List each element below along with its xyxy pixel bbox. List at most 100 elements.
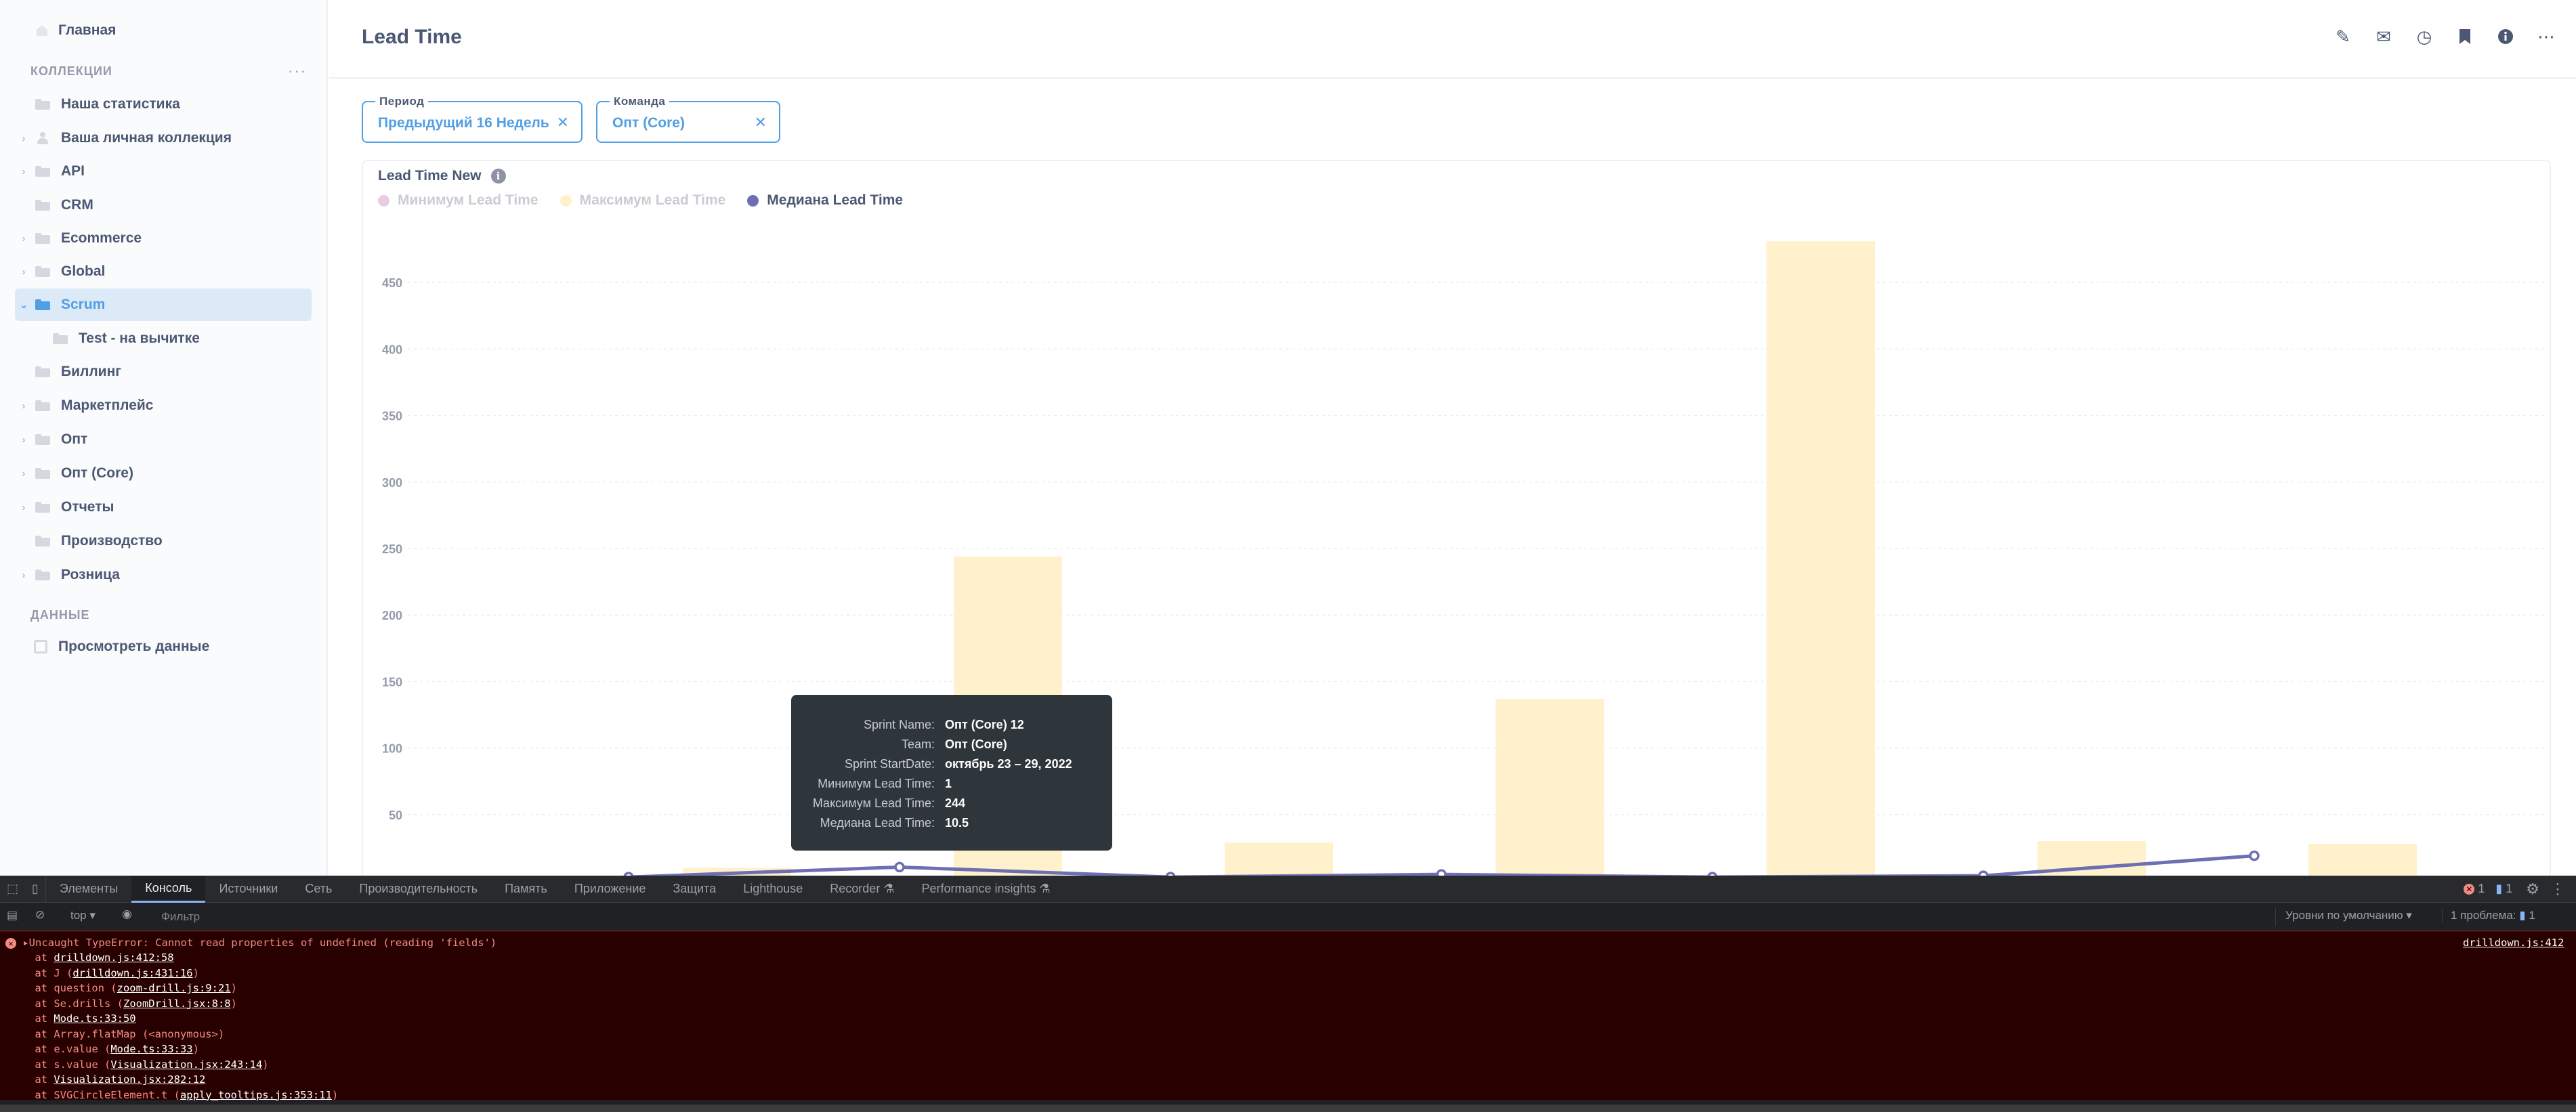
history-icon[interactable]: ◷	[2413, 26, 2435, 47]
stack-frame-link[interactable]: zoom-drill.js:9:21	[117, 982, 231, 994]
sidebar-item-test-review[interactable]: Test - на вычитке	[33, 322, 312, 355]
message-icon: ▮	[2495, 882, 2503, 895]
close-icon[interactable]: ✕	[755, 114, 767, 131]
sidebar-item-scrum[interactable]: ⌄ Scrum	[15, 288, 312, 321]
tooltip-value: 10.5	[945, 816, 969, 830]
tab-elements[interactable]: Элементы	[46, 876, 131, 903]
sidebar-item-ecommerce[interactable]: › Ecommerce	[15, 222, 312, 255]
sidebar-browse-data[interactable]: Просмотреть данные	[15, 630, 312, 663]
sidebar-item-label: Наша статистика	[61, 96, 180, 112]
tab-lighthouse[interactable]: Lighthouse	[730, 876, 816, 903]
sidebar-item-opt-core[interactable]: › Опт (Core)	[15, 457, 312, 490]
filter-team[interactable]: Команда Опт (Core) ✕	[596, 95, 780, 143]
inspect-element-icon[interactable]: ⬚	[0, 876, 25, 903]
pencil-icon[interactable]: ✎	[2332, 26, 2354, 47]
settings-gear-icon[interactable]: ⚙	[2519, 876, 2546, 903]
sidebar-item-retail[interactable]: › Розница	[15, 559, 312, 591]
sidebar-item-marketplace[interactable]: › Маркетплейс	[15, 389, 312, 422]
sidebar-item-global[interactable]: › Global	[15, 255, 312, 288]
tab-security[interactable]: Защита	[659, 876, 730, 903]
tab-recorder[interactable]: Recorder ⚗	[816, 876, 908, 903]
close-icon[interactable]: ✕	[557, 114, 569, 131]
stack-frame-link[interactable]: ZoomDrill.jsx:8:8	[123, 998, 231, 1010]
console-error-message[interactable]: ✕ ▸Uncaught TypeError: Cannot read prope…	[5, 935, 497, 950]
tab-network[interactable]: Сеть	[291, 876, 345, 903]
median-point[interactable]	[2249, 850, 2260, 861]
bar-max-lead-time[interactable]	[1767, 241, 1875, 876]
card-title[interactable]: Lead Time New	[378, 168, 482, 184]
levels-select[interactable]: Уровни по умолчанию ▾	[2285, 909, 2412, 922]
subscription-icon[interactable]: ✉	[2373, 26, 2394, 47]
stack-frame: at Array.flatMap (<anonymous>)	[9, 1027, 225, 1040]
context-select[interactable]: top ▾	[70, 909, 96, 922]
error-counter[interactable]: ✕ 1	[2459, 876, 2489, 903]
sidebar-item-our-stats[interactable]: Наша статистика	[15, 88, 312, 121]
sidebar-item-reports[interactable]: › Отчеты	[15, 491, 312, 523]
clear-console-icon[interactable]: ⊘	[35, 908, 45, 922]
stack-frame-link[interactable]: Mode.ts:33:50	[54, 1012, 135, 1025]
chevron-right-icon[interactable]: ›	[16, 266, 31, 278]
kebab-menu-icon[interactable]: ⋮	[2546, 876, 2576, 903]
folder-icon	[35, 468, 50, 479]
bookmark-icon[interactable]	[2454, 26, 2476, 47]
legend-item-median[interactable]: Медиана Lead Time	[747, 192, 903, 209]
sidebar-item-billing[interactable]: Биллинг	[15, 356, 312, 388]
levels-value: Уровни по умолчанию	[2285, 909, 2403, 922]
y-tick-label: 400	[382, 343, 402, 356]
sidebar-item-production[interactable]: Производство	[15, 525, 312, 557]
eye-icon[interactable]: ◉	[122, 907, 132, 921]
sidebar-toggle-icon[interactable]: ▤	[7, 909, 18, 922]
y-tick-label: 450	[382, 276, 402, 290]
stack-frame: at J (drilldown.js:431:16)	[9, 966, 199, 979]
info-icon[interactable]: i	[490, 169, 506, 184]
chevron-right-icon[interactable]: ›	[16, 233, 31, 244]
bar-max-lead-time[interactable]	[2308, 844, 2417, 876]
device-toolbar-icon[interactable]: ▯	[25, 875, 46, 903]
tab-application[interactable]: Приложение	[561, 876, 660, 903]
median-point[interactable]	[894, 861, 905, 873]
median-point[interactable]	[1436, 869, 1447, 876]
console-output: ✕ ▸Uncaught TypeError: Cannot read prope…	[0, 931, 2576, 1101]
message-counter[interactable]: ▮ 1	[2489, 876, 2519, 903]
chevron-right-icon[interactable]: ›	[16, 166, 31, 177]
tab-performance[interactable]: Производительность	[345, 876, 491, 903]
collections-more-icon[interactable]: ···	[288, 62, 307, 80]
error-source-link[interactable]: drilldown.js:412	[2463, 935, 2564, 950]
legend-item-min[interactable]: Минимум Lead Time	[378, 192, 539, 209]
bar-max-lead-time[interactable]	[1225, 842, 1333, 876]
bar-max-lead-time[interactable]	[1496, 698, 1604, 876]
chevron-right-icon[interactable]: ›	[16, 570, 31, 581]
folder-icon	[35, 502, 50, 513]
stack-frame-link[interactable]: drilldown.js:412:58	[54, 951, 173, 964]
chevron-right-icon[interactable]: ›	[16, 400, 31, 412]
stack-frame-link[interactable]: apply_tooltips.js:353:11	[180, 1089, 332, 1101]
tab-performance-insights[interactable]: Performance insights ⚗	[908, 876, 1063, 903]
stack-frame-link[interactable]: Mode.ts:33:33	[110, 1043, 192, 1055]
sidebar-item-personal-collection[interactable]: › Ваша личная коллекция	[15, 122, 312, 154]
info-icon[interactable]	[2495, 26, 2516, 47]
chevron-right-icon[interactable]: ›	[16, 133, 31, 144]
stack-frame-link[interactable]: drilldown.js:431:16	[72, 967, 192, 979]
sidebar-item-opt[interactable]: › Опт	[15, 423, 312, 456]
tab-console[interactable]: Консоль	[131, 875, 206, 903]
filter-period[interactable]: Период Предыдущий 16 Недель ✕	[362, 95, 583, 143]
tab-memory[interactable]: Память	[491, 876, 561, 903]
chevron-right-icon[interactable]: ›	[16, 468, 31, 479]
sidebar-home-link[interactable]: Главная	[35, 19, 116, 42]
chevron-right-icon[interactable]: ›	[16, 502, 31, 513]
sidebar-item-api[interactable]: › API	[15, 155, 312, 188]
page-title: Lead Time	[362, 26, 462, 48]
console-filter-input[interactable]: Фильтр	[157, 907, 2276, 926]
sidebar-item-label: API	[61, 163, 85, 179]
chevron-right-icon[interactable]: ›	[16, 434, 31, 446]
stack-frame-link[interactable]: Visualization.jsx:282:12	[54, 1073, 205, 1086]
legend-item-max[interactable]: Максимум Lead Time	[559, 192, 725, 209]
folder-icon	[35, 99, 50, 110]
chevron-down-icon[interactable]: ⌄	[16, 299, 31, 311]
collections-header: КОЛЛЕКЦИИ	[30, 64, 112, 78]
sidebar-item-crm[interactable]: CRM	[15, 189, 312, 221]
more-icon[interactable]: ⋯	[2535, 26, 2557, 47]
stack-frame-link[interactable]: Visualization.jsx:243:14	[110, 1058, 262, 1071]
tab-sources[interactable]: Источники	[205, 876, 291, 903]
issues-button[interactable]: 1 проблема: ▮ 1	[2442, 909, 2535, 922]
